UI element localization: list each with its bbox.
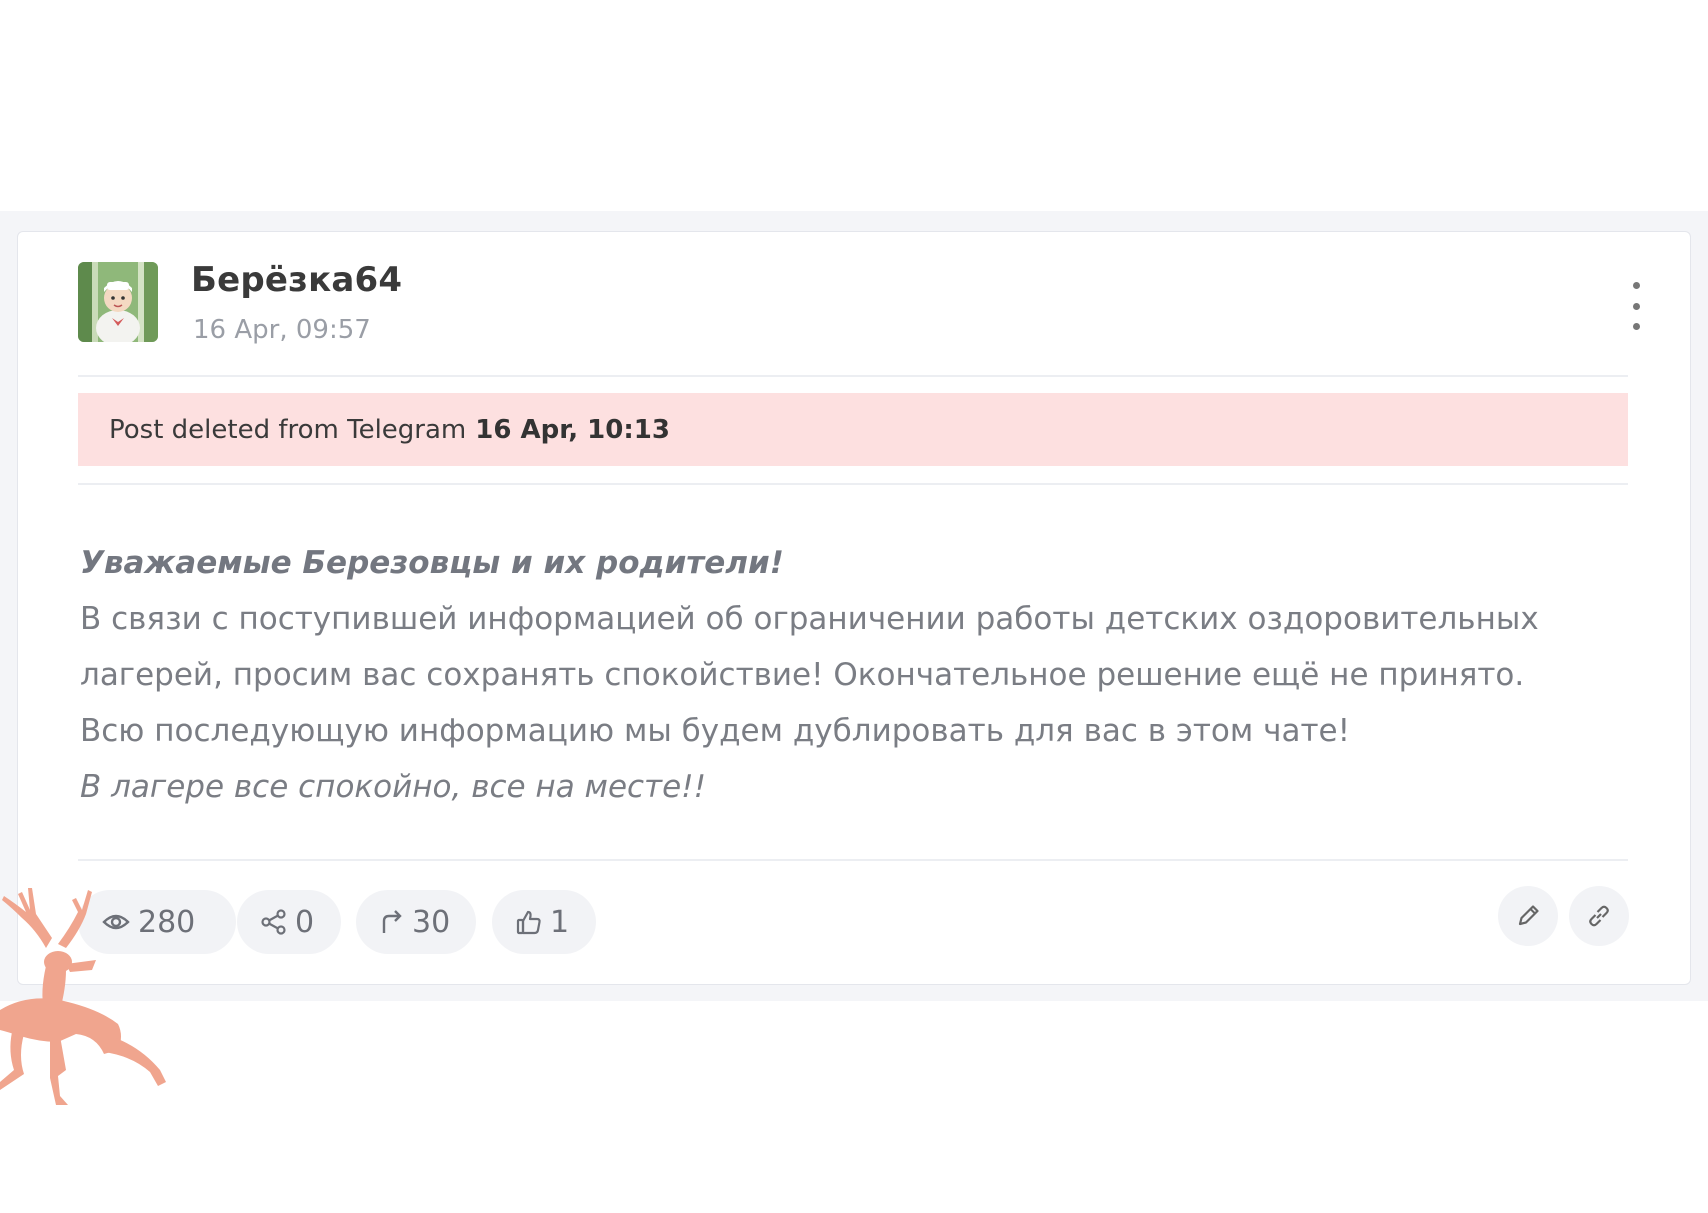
likes-counter[interactable]: 1	[492, 890, 596, 954]
message-greeting: Уважаемые Березовцы и их родители!	[80, 545, 784, 581]
author-avatar[interactable]	[78, 262, 158, 342]
post-card: Берёзка64 16 Apr, 09:57 Post deleted fro…	[17, 231, 1691, 985]
thumbs-up-icon	[516, 910, 541, 935]
footer-divider	[78, 859, 1628, 861]
share-icon	[261, 909, 286, 935]
likes-count: 1	[550, 904, 570, 940]
deleted-notice-time: 16 Apr, 10:13	[475, 414, 670, 445]
banner-divider	[78, 483, 1628, 485]
copy-link-button[interactable]	[1569, 886, 1629, 946]
message-line: Всю последующую информацию мы будем дубл…	[80, 713, 1351, 749]
message-line: лагерей, просим вас сохранять спокойстви…	[80, 657, 1525, 693]
message-line: В связи с поступившей информацией об огр…	[80, 601, 1539, 637]
edit-button[interactable]	[1498, 886, 1558, 946]
forward-arrow-icon	[382, 910, 402, 933]
post-menu-button[interactable]	[1626, 282, 1646, 330]
post-timestamp: 16 Apr, 09:57	[193, 315, 371, 345]
shares-counter[interactable]: 0	[237, 890, 341, 954]
vertical-dots-icon	[1632, 282, 1640, 289]
link-icon	[1589, 905, 1609, 927]
deer-watermark-icon	[0, 888, 166, 1105]
avatar-image	[78, 262, 158, 342]
author-name[interactable]: Берёзка64	[191, 260, 402, 300]
header-divider	[78, 375, 1628, 377]
forwards-counter[interactable]: 30	[356, 890, 476, 954]
shares-count: 0	[295, 904, 315, 940]
deleted-notice-banner: Post deleted from Telegram 16 Apr, 10:13	[78, 393, 1628, 466]
deleted-notice-text: Post deleted from Telegram	[109, 414, 467, 445]
pencil-icon	[1518, 905, 1539, 926]
message-closing: В лагере все спокойно, все на месте!!	[80, 769, 707, 805]
post-message: Уважаемые Березовцы и их родители! В свя…	[80, 535, 1640, 815]
forwards-count: 30	[412, 904, 451, 940]
